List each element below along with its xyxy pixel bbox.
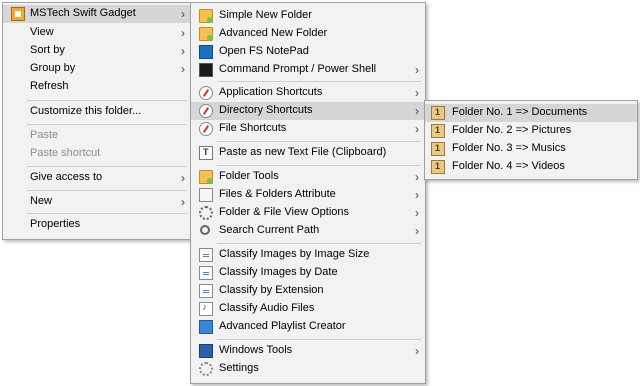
chevron-right-icon: › [415,188,419,202]
menu-item-folder-no-1[interactable]: Folder No. 1 => Documents [425,104,637,122]
chevron-right-icon: › [181,62,185,76]
menu-item-folder-tools[interactable]: Folder Tools › [191,168,425,186]
menu-separator [27,124,187,125]
menu-item-give-access-to[interactable]: Give access to › [3,169,191,187]
settings-gear-icon [199,362,213,376]
chevron-right-icon: › [415,206,419,220]
gear-icon [199,206,213,220]
menu-item-advanced-playlist-creator[interactable]: Advanced Playlist Creator [191,318,425,336]
chevron-right-icon: › [415,63,419,77]
folder-number-icon [431,124,445,138]
menu-item-advanced-new-folder[interactable]: Advanced New Folder [191,25,425,43]
context-menu-main: MSTech Swift Gadget › View › Sort by › G… [2,2,192,240]
menu-item-view[interactable]: View › [3,24,191,42]
menu-separator [217,165,421,166]
terminal-icon [199,63,213,77]
menu-item-search-current-path[interactable]: Search Current Path › [191,222,425,240]
folder-icon [199,170,213,184]
document-icon [199,248,213,262]
folder-add-icon [199,27,213,41]
mstech-icon [11,7,25,21]
chevron-right-icon: › [181,26,185,40]
document-icon [199,266,213,280]
menu-item-simple-new-folder[interactable]: Simple New Folder [191,7,425,25]
menu-item-file-shortcuts[interactable]: File Shortcuts › [191,120,425,138]
folder-number-icon [431,142,445,156]
submenu-mstech-swift-gadget: Simple New Folder Advanced New Folder Op… [190,2,426,384]
chevron-right-icon: › [181,171,185,185]
chevron-right-icon: › [181,44,185,58]
menu-separator [217,141,421,142]
menu-item-paste-shortcut: Paste shortcut [30,147,101,159]
chevron-right-icon: › [181,195,185,209]
menu-item-settings[interactable]: Settings [191,360,425,378]
menu-separator [27,166,187,167]
menu-item-directory-shortcuts[interactable]: Directory Shortcuts › [191,102,425,120]
document-icon [199,284,213,298]
submenu-directory-shortcuts: Folder No. 1 => Documents Folder No. 2 =… [424,100,638,180]
compass-icon [199,122,213,136]
menu-item-mstech-swift-gadget[interactable]: MSTech Swift Gadget › [3,5,191,23]
menu-item-customize-folder[interactable]: Customize this folder... [3,103,191,121]
menu-item-windows-tools[interactable]: Windows Tools › [191,342,425,360]
audio-file-icon [199,302,213,316]
menu-item-application-shortcuts[interactable]: Application Shortcuts › [191,84,425,102]
compass-icon [199,86,213,100]
chevron-right-icon: › [415,122,419,136]
menu-separator [217,81,421,82]
compass-icon [199,104,213,118]
menu-item-classify-audio-files[interactable]: Classify Audio Files [191,300,425,318]
folder-number-icon [431,106,445,120]
notepad-icon [199,45,213,59]
menu-separator [217,243,421,244]
menu-item-group-by[interactable]: Group by › [3,60,191,78]
menu-item-files-folders-attribute[interactable]: Files & Folders Attribute › [191,186,425,204]
chevron-right-icon: › [415,170,419,184]
menu-item-folder-file-view-options[interactable]: Folder & File View Options › [191,204,425,222]
search-icon [200,225,210,235]
menu-separator [27,213,187,214]
menu-item-sort-by[interactable]: Sort by › [3,42,191,60]
menu-separator [27,100,187,101]
menu-item-paste-as-text-file[interactable]: Paste as new Text File (Clipboard) [191,144,425,162]
paste-text-icon [199,146,213,160]
menu-item-refresh[interactable]: Refresh [3,78,191,96]
menu-item-classify-images-date[interactable]: Classify Images by Date [191,264,425,282]
folder-add-icon [199,9,213,23]
chevron-right-icon: › [415,86,419,100]
menu-item-classify-images-size[interactable]: Classify Images by Image Size [191,246,425,264]
menu-item-folder-no-2[interactable]: Folder No. 2 => Pictures [425,122,637,140]
chevron-right-icon: › [415,344,419,358]
menu-item-paste: Paste [30,129,59,141]
folder-number-icon [431,160,445,174]
menu-item-classify-by-extension[interactable]: Classify by Extension [191,282,425,300]
chevron-right-icon: › [181,7,185,21]
menu-item-folder-no-4[interactable]: Folder No. 4 => Videos [425,158,637,176]
chevron-right-icon: › [415,104,419,118]
menu-item-command-prompt[interactable]: Command Prompt / Power Shell › [191,61,425,79]
attribute-icon [199,188,213,202]
playlist-icon [199,320,213,334]
chevron-right-icon: › [415,224,419,238]
menu-item-folder-no-3[interactable]: Folder No. 3 => Musics [425,140,637,158]
menu-item-open-fs-notepad[interactable]: Open FS NotePad [191,43,425,61]
menu-item-properties[interactable]: Properties [3,216,191,234]
menu-item-new[interactable]: New › [3,193,191,211]
windows-icon [199,344,213,358]
menu-separator [27,190,187,191]
menu-separator [217,339,421,340]
